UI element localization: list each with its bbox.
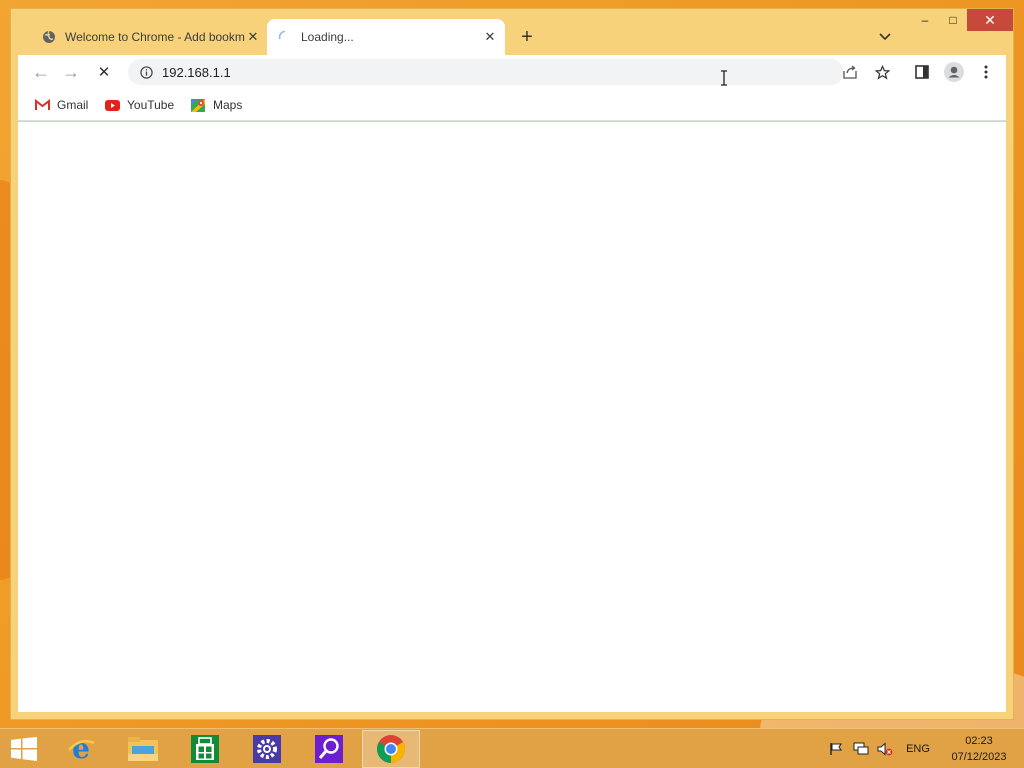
tab-close-icon[interactable]: ✕ xyxy=(481,28,499,46)
side-panel-icon[interactable] xyxy=(910,60,934,84)
volume-muted-icon[interactable] xyxy=(874,729,896,768)
loading-spinner-icon xyxy=(277,29,293,45)
globe-icon xyxy=(41,29,57,45)
profile-avatar-icon[interactable] xyxy=(942,60,966,84)
language-indicator[interactable]: ENG xyxy=(900,729,936,768)
title-bar: Welcome to Chrome - Add bookmarks ✕ Load… xyxy=(11,9,1013,55)
bookmark-label: YouTube xyxy=(127,98,175,112)
new-tab-button[interactable]: + xyxy=(515,25,539,49)
clock-date: 07/12/2023 xyxy=(951,751,1007,763)
bookmark-star-icon[interactable] xyxy=(870,60,894,84)
clock-time: 02:23 xyxy=(965,735,993,747)
chrome-taskbar-icon[interactable] xyxy=(362,730,420,768)
tab-title: Loading... xyxy=(301,30,354,44)
address-bar[interactable]: 192.168.1.1 xyxy=(128,59,844,85)
window-controls: – □ ✕ xyxy=(911,9,1013,31)
tab-close-icon[interactable]: ✕ xyxy=(245,28,261,46)
internet-explorer-taskbar-icon[interactable]: e xyxy=(52,730,110,768)
network-icon[interactable] xyxy=(850,729,872,768)
tab-loading[interactable]: Loading... ✕ xyxy=(267,19,505,55)
youtube-icon xyxy=(104,97,120,113)
maps-icon xyxy=(190,97,206,113)
browser-toolbar: ← → ✕ 192.168.1.1 xyxy=(18,55,1006,89)
page-content-area[interactable] xyxy=(18,122,1006,712)
minimize-button[interactable]: – xyxy=(911,9,939,31)
url-text[interactable]: 192.168.1.1 xyxy=(162,65,231,80)
chrome-window: Welcome to Chrome - Add bookmarks ✕ Load… xyxy=(10,8,1014,720)
bookmark-youtube[interactable]: YouTube xyxy=(104,97,174,113)
gmail-icon xyxy=(34,97,50,113)
tab-welcome[interactable]: Welcome to Chrome - Add bookmarks ✕ xyxy=(31,19,267,55)
menu-kebab-icon[interactable] xyxy=(974,60,998,84)
store-taskbar-icon[interactable] xyxy=(176,730,234,768)
back-button[interactable]: ← xyxy=(28,59,54,85)
stop-loading-button[interactable]: ✕ xyxy=(91,59,117,85)
bookmark-label: Maps xyxy=(213,98,243,112)
search-taskbar-icon[interactable] xyxy=(300,730,358,768)
flag-icon[interactable] xyxy=(826,729,846,768)
close-button[interactable]: ✕ xyxy=(967,9,1013,31)
svg-text:e: e xyxy=(72,734,90,764)
clock[interactable]: 02:23 07/12/2023 xyxy=(944,733,1014,765)
bookmark-gmail[interactable]: Gmail xyxy=(34,97,88,113)
file-explorer-taskbar-icon[interactable] xyxy=(114,730,172,768)
maximize-button[interactable]: □ xyxy=(939,9,967,31)
forward-button[interactable]: → xyxy=(58,59,84,85)
taskbar: e ENG 02:23 07/12/2023 xyxy=(0,728,1024,768)
tab-title: Welcome to Chrome - Add bookmarks xyxy=(65,30,245,44)
settings-taskbar-icon[interactable] xyxy=(238,730,296,768)
bookmark-label: Gmail xyxy=(57,98,89,112)
text-cursor-icon xyxy=(720,70,728,86)
start-button[interactable] xyxy=(8,735,40,763)
bookmarks-bar: Gmail YouTube Maps xyxy=(18,89,1006,121)
bookmark-maps[interactable]: Maps xyxy=(190,97,242,113)
tab-search-chevron-icon[interactable] xyxy=(873,25,897,49)
info-icon[interactable] xyxy=(138,64,154,80)
share-icon[interactable] xyxy=(838,60,862,84)
